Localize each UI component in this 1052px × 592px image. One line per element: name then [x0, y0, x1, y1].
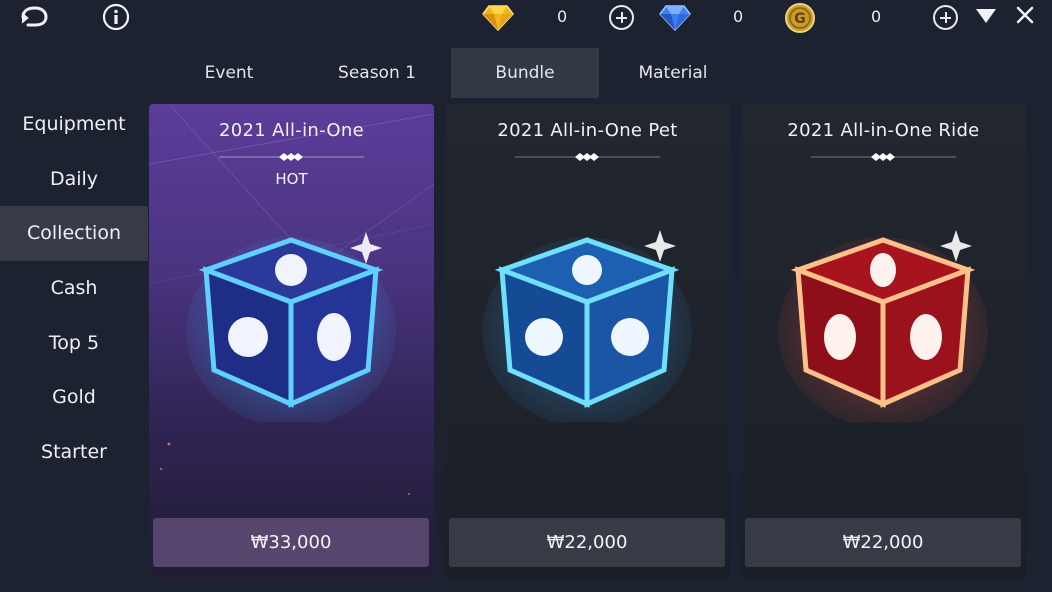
- hot-badge: HOT: [275, 170, 308, 188]
- red-gift-box-icon: [778, 230, 988, 422]
- product-title: 2021 All-in-One Ride: [787, 120, 980, 141]
- product-title: 2021 All-in-One: [219, 120, 364, 141]
- gold-coin-icon: G: [783, 1, 817, 34]
- info-icon: [102, 3, 130, 31]
- product-card[interactable]: 2021 All-in-One HOT ₩33,000: [149, 104, 434, 578]
- top-bar: 0 0 G 0: [0, 0, 1052, 36]
- add-gold-coin-button[interactable]: [933, 5, 958, 30]
- tab-season-1[interactable]: Season 1: [303, 48, 451, 98]
- info-button[interactable]: [101, 2, 131, 32]
- sidebar-item-gold[interactable]: Gold: [0, 370, 148, 425]
- close-icon: [1016, 6, 1034, 24]
- product-card[interactable]: 2021 All-in-One Pet ₩22,000: [445, 104, 730, 578]
- blue-gift-box-icon: [186, 232, 396, 422]
- buy-button[interactable]: ₩33,000: [153, 518, 429, 567]
- triangle-down-icon: [976, 9, 996, 23]
- close-button[interactable]: [1013, 3, 1037, 27]
- blue-gem-icon: [657, 1, 693, 33]
- back-button[interactable]: [18, 3, 50, 31]
- back-arrow-icon: [21, 6, 48, 27]
- blue-gift-box-icon: [482, 230, 692, 422]
- yellow-gem-icon: [480, 1, 516, 33]
- add-yellow-gem-button[interactable]: [609, 5, 634, 30]
- tab-bundle[interactable]: Bundle: [451, 48, 599, 98]
- svg-text:G: G: [794, 11, 806, 27]
- product-title: 2021 All-in-One Pet: [497, 120, 678, 141]
- sidebar: Equipment Daily Collection Cash Top 5 Go…: [0, 97, 148, 479]
- sidebar-item-collection[interactable]: Collection: [0, 206, 148, 261]
- dropdown-button[interactable]: [975, 6, 997, 26]
- tab-event[interactable]: Event: [155, 48, 303, 98]
- sidebar-item-equipment[interactable]: Equipment: [0, 97, 148, 152]
- sidebar-item-daily[interactable]: Daily: [0, 152, 148, 207]
- gold-coin-amount: 0: [871, 7, 882, 26]
- product-card[interactable]: 2021 All-in-One Ride ₩22,000: [741, 104, 1026, 578]
- sidebar-item-top-5[interactable]: Top 5: [0, 315, 148, 370]
- ornament-divider-icon: [219, 153, 364, 161]
- ornament-divider-icon: [515, 153, 660, 161]
- buy-button[interactable]: ₩22,000: [449, 518, 725, 567]
- sidebar-item-starter[interactable]: Starter: [0, 425, 148, 480]
- ornament-divider-icon: [811, 153, 956, 161]
- sidebar-item-cash[interactable]: Cash: [0, 261, 148, 316]
- blue-gem-amount: 0: [733, 7, 744, 26]
- yellow-gem-amount: 0: [557, 7, 568, 26]
- buy-button[interactable]: ₩22,000: [745, 518, 1021, 567]
- tab-material[interactable]: Material: [599, 48, 747, 98]
- category-tabs: Event Season 1 Bundle Material: [155, 48, 747, 98]
